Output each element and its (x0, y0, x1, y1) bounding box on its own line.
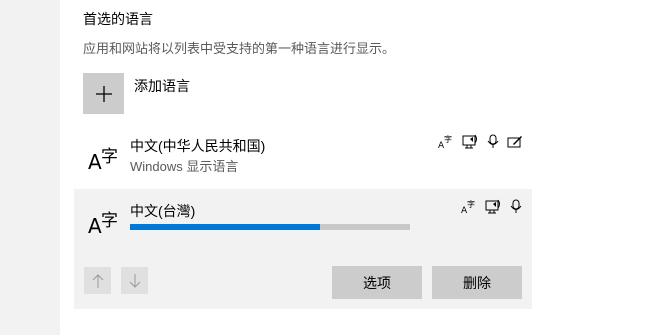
glyph-letter-a: A (88, 150, 102, 174)
options-button[interactable]: 选项 (332, 266, 422, 299)
section-title: 首选的语言 (83, 11, 153, 27)
language-item-zh-tw[interactable]: A 字 中文(台灣) A 字 选项 删除 (74, 189, 532, 309)
language-item-zh-cn[interactable]: A 字 中文(中华人民共和国) Windows 显示语言 A 字 (74, 124, 532, 188)
svg-text:字: 字 (467, 199, 475, 209)
arrow-up-icon (92, 273, 103, 288)
plus-icon (95, 85, 112, 102)
language-pack-icon: A 字 (461, 199, 475, 214)
language-features: A 字 (461, 199, 523, 214)
add-language-button[interactable]: 添加语言 (83, 73, 190, 114)
section-description: 应用和网站将以列表中受支持的第一种语言进行显示。 (83, 41, 396, 56)
glyph-character-zi: 字 (101, 211, 118, 230)
download-progress-bar (130, 224, 410, 230)
add-language-label: 添加语言 (134, 78, 190, 94)
move-down-button[interactable] (121, 267, 148, 294)
left-navigation-strip (0, 0, 60, 335)
glyph-letter-a: A (88, 214, 102, 238)
language-features: A 字 (438, 134, 523, 149)
language-name: 中文(台灣) (130, 203, 196, 219)
add-language-tile[interactable] (83, 73, 124, 114)
svg-text:字: 字 (444, 134, 452, 144)
move-up-button[interactable] (84, 267, 111, 294)
language-glyph-icon: A 字 (88, 206, 122, 238)
language-name: 中文(中华人民共和国) (130, 138, 266, 154)
language-glyph-icon: A 字 (88, 142, 122, 174)
language-subtitle: Windows 显示语言 (130, 159, 239, 174)
text-to-speech-icon (462, 134, 477, 149)
download-progress-fill (130, 224, 321, 230)
remove-button[interactable]: 删除 (432, 266, 522, 299)
arrow-down-icon (129, 273, 140, 288)
speech-recognition-icon (487, 134, 499, 148)
handwriting-icon (507, 136, 522, 148)
language-pack-icon: A 字 (438, 134, 452, 149)
speech-recognition-icon (510, 199, 522, 213)
glyph-character-zi: 字 (101, 147, 118, 166)
text-to-speech-icon (485, 199, 500, 214)
